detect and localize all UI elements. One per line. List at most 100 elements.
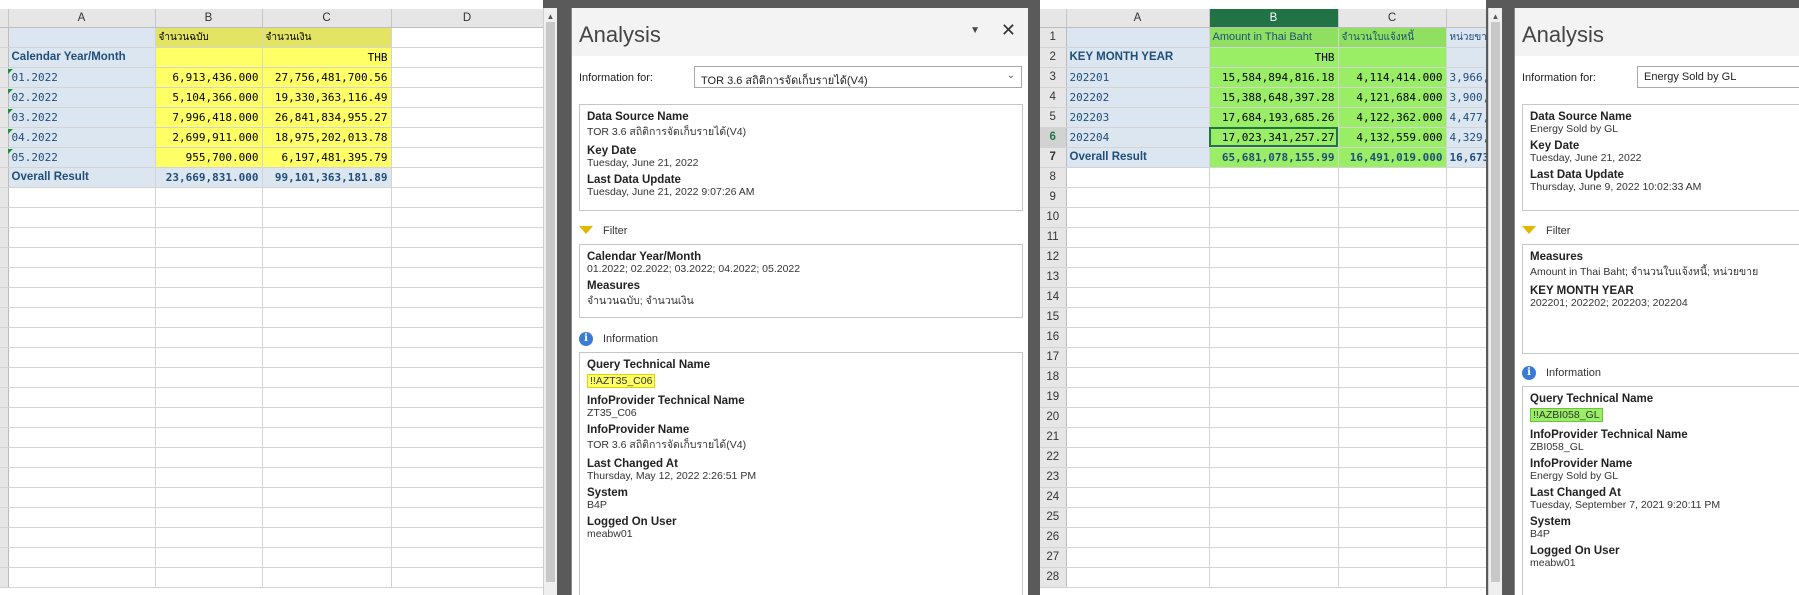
measure-header-cell[interactable]: จำนวนฉบับ <box>155 27 263 48</box>
empty-cell[interactable] <box>1446 367 1486 388</box>
empty-cell[interactable] <box>8 307 156 328</box>
total-label-cell[interactable]: Overall Result <box>8 167 156 188</box>
row-header[interactable]: 6 <box>1040 127 1067 148</box>
empty-cell[interactable] <box>1209 407 1339 428</box>
empty-cell[interactable] <box>262 347 392 368</box>
empty-cell[interactable] <box>1338 327 1447 348</box>
empty-cell[interactable] <box>391 507 543 528</box>
empty-cell[interactable] <box>1338 307 1447 328</box>
value-cell[interactable]: 4,477,... <box>1446 107 1486 128</box>
value-cell[interactable]: 2,699,911.000 <box>155 127 263 148</box>
empty-cell[interactable] <box>1066 447 1210 468</box>
total-value-cell[interactable]: 16,491,019.000 <box>1338 147 1447 168</box>
active-value-cell[interactable]: 17,023,341,257.27 <box>1209 127 1339 148</box>
empty-cell[interactable] <box>155 427 263 448</box>
chevron-down-icon[interactable]: ▼ <box>970 25 980 36</box>
column-header-d[interactable]: D <box>391 9 543 28</box>
empty-cell[interactable] <box>1066 387 1210 408</box>
row-header[interactable]: 17 <box>1040 347 1067 368</box>
row-header[interactable] <box>0 427 9 448</box>
unit-cell[interactable]: THB <box>262 47 392 68</box>
empty-cell[interactable] <box>8 287 156 308</box>
empty-cell[interactable] <box>1338 387 1447 408</box>
empty-cell[interactable] <box>1209 327 1339 348</box>
row-header[interactable]: 16 <box>1040 327 1067 348</box>
corner-cell[interactable] <box>0 9 9 28</box>
empty-cell[interactable] <box>155 447 263 468</box>
empty-cell[interactable] <box>1446 507 1486 528</box>
column-header-b[interactable]: B <box>1209 9 1339 28</box>
measure-header-cell[interactable]: Amount in Thai Baht <box>1209 27 1339 48</box>
empty-cell[interactable] <box>391 487 543 508</box>
empty-cell[interactable] <box>1338 567 1447 588</box>
empty-cell[interactable] <box>1338 447 1447 468</box>
row-header[interactable]: 24 <box>1040 487 1067 508</box>
empty-cell[interactable] <box>262 407 392 428</box>
empty-cell[interactable] <box>262 547 392 568</box>
empty-cell[interactable] <box>1446 547 1486 568</box>
row-header[interactable] <box>0 467 9 488</box>
unit-cell[interactable]: THB <box>1209 47 1339 68</box>
empty-cell[interactable] <box>1446 327 1486 348</box>
empty-cell[interactable] <box>1066 527 1210 548</box>
empty-cell[interactable] <box>262 427 392 448</box>
unit-cell[interactable] <box>1446 47 1486 68</box>
empty-cell[interactable] <box>262 287 392 308</box>
empty-cell[interactable] <box>391 227 543 248</box>
measure-header-cell[interactable]: หน่วยขาย <box>1446 27 1486 48</box>
total-label-cell[interactable]: Overall Result <box>1066 147 1210 168</box>
column-header-a[interactable]: A <box>1066 9 1210 28</box>
empty-cell[interactable] <box>1338 427 1447 448</box>
value-cell[interactable]: 18,975,202,013.78 <box>262 127 392 148</box>
column-header-a[interactable]: A <box>8 9 156 28</box>
row-header[interactable]: 26 <box>1040 527 1067 548</box>
empty-cell[interactable] <box>155 307 263 328</box>
unit-cell[interactable] <box>1338 47 1447 68</box>
row-header[interactable] <box>0 547 9 568</box>
scroll-thumb[interactable] <box>546 22 555 582</box>
empty-cell[interactable] <box>262 247 392 268</box>
row-header[interactable] <box>0 247 9 268</box>
row-header[interactable]: 7 <box>1040 147 1067 168</box>
empty-cell[interactable] <box>1209 427 1339 448</box>
empty-cell[interactable] <box>262 207 392 228</box>
empty-cell[interactable] <box>1338 547 1447 568</box>
value-cell[interactable]: 4,122,362.000 <box>1338 107 1447 128</box>
empty-cell[interactable] <box>1209 547 1339 568</box>
value-cell[interactable]: 26,841,834,955.27 <box>262 107 392 128</box>
empty-cell[interactable] <box>155 367 263 388</box>
empty-cell[interactable] <box>262 187 392 208</box>
empty-cell[interactable] <box>1066 227 1210 248</box>
row-header[interactable] <box>0 267 9 288</box>
empty-cell[interactable] <box>262 487 392 508</box>
row-header[interactable]: 14 <box>1040 287 1067 308</box>
dimension-header-cell[interactable]: Calendar Year/Month <box>8 47 156 68</box>
empty-cell[interactable] <box>1446 467 1486 488</box>
row-header[interactable]: 20 <box>1040 407 1067 428</box>
left-vertical-scrollbar[interactable]: ▲ <box>543 8 557 595</box>
dimension-cell[interactable]: 202201 <box>1066 67 1210 88</box>
row-header[interactable] <box>0 67 9 88</box>
empty-cell[interactable] <box>1338 527 1447 548</box>
empty-cell[interactable] <box>391 527 543 548</box>
chevron-down-icon[interactable]: ⌄ <box>1007 70 1015 81</box>
empty-cell[interactable] <box>391 467 543 488</box>
scroll-up-arrow-icon[interactable]: ▲ <box>1491 12 1500 21</box>
empty-cell[interactable] <box>8 407 156 428</box>
empty-cell[interactable] <box>8 387 156 408</box>
empty-cell[interactable] <box>1338 507 1447 528</box>
row-header[interactable]: 28 <box>1040 567 1067 588</box>
dimension-cell[interactable]: 04.2022 <box>8 127 156 148</box>
dimension-cell[interactable]: 02.2022 <box>8 87 156 108</box>
empty-cell[interactable] <box>262 567 392 588</box>
empty-cell[interactable] <box>1066 307 1210 328</box>
empty-cell[interactable] <box>1209 187 1339 208</box>
empty-cell[interactable] <box>1338 267 1447 288</box>
dimension-cell[interactable]: 202203 <box>1066 107 1210 128</box>
empty-cell[interactable] <box>391 27 543 48</box>
empty-cell[interactable] <box>1338 287 1447 308</box>
value-cell[interactable]: 6,913,436.000 <box>155 67 263 88</box>
total-value-cell[interactable]: 99,101,363,181.89 <box>262 167 392 188</box>
right-vertical-scrollbar[interactable]: ▲ <box>1488 8 1502 595</box>
empty-cell[interactable] <box>1446 527 1486 548</box>
